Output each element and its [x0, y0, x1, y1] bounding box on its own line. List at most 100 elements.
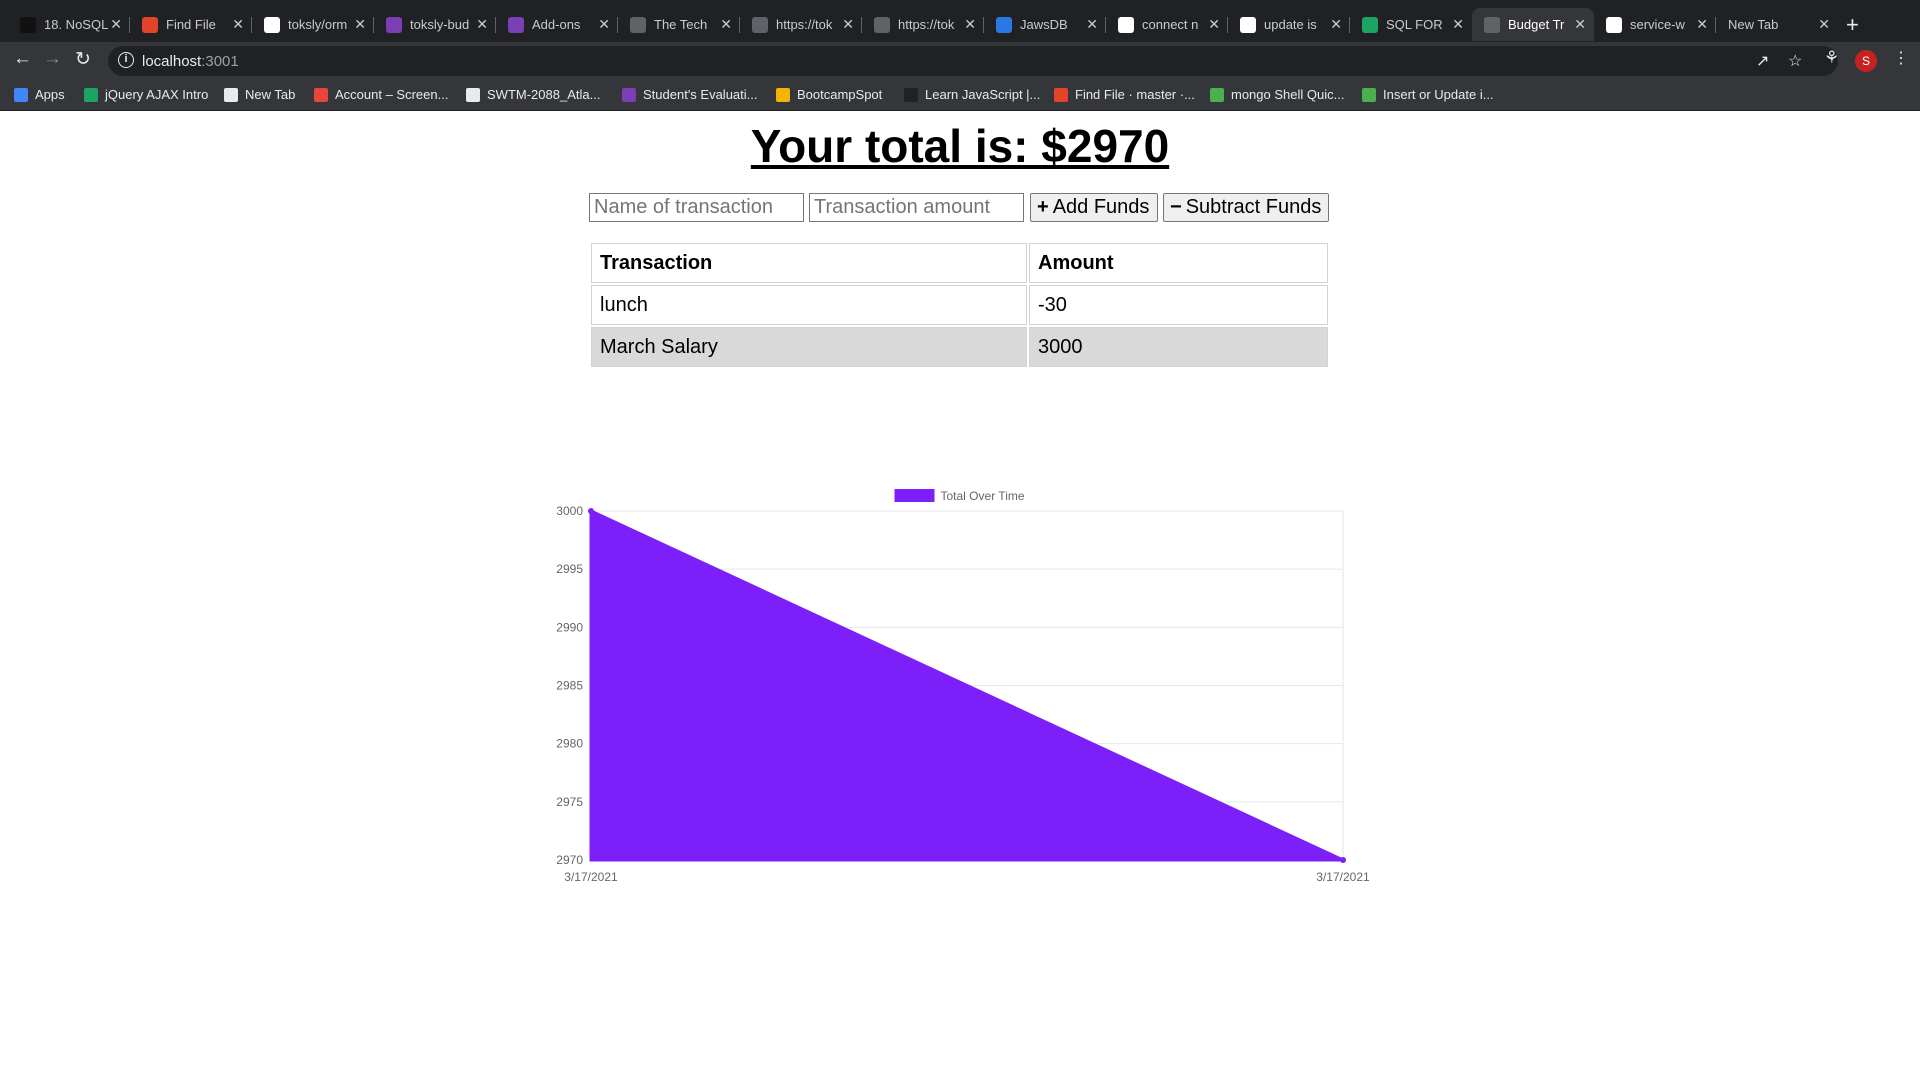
browser-tab[interactable]: JawsDB ✕	[984, 8, 1106, 41]
tab-favicon-icon	[142, 16, 158, 33]
browser-tab[interactable]: service-w ✕	[1594, 8, 1716, 41]
tab-close-icon[interactable]: ✕	[964, 16, 976, 33]
tab-close-icon[interactable]: ✕	[476, 16, 488, 33]
tab-favicon-icon	[1484, 16, 1500, 33]
transaction-amount-input[interactable]	[809, 193, 1024, 222]
tab-favicon-icon	[1362, 16, 1378, 33]
bookmark-favicon-icon	[622, 87, 636, 102]
plus-icon: +	[1037, 196, 1049, 218]
browser-tab[interactable]: 18. NoSQL ✕	[8, 8, 130, 41]
tab-close-icon[interactable]: ✕	[1330, 16, 1342, 33]
add-funds-button[interactable]: + Add Funds	[1030, 193, 1158, 222]
bookmark-item[interactable]: Account – Screen...	[314, 87, 448, 102]
tab-close-icon[interactable]: ✕	[1574, 16, 1586, 33]
tab-close-icon[interactable]: ✕	[232, 16, 244, 33]
bookmark-item[interactable]: jQuery AJAX Intro	[84, 87, 208, 102]
browser-tab[interactable]: update is ✕	[1228, 8, 1350, 41]
extensions-icon[interactable]: ⚘	[1824, 48, 1839, 68]
browser-tab[interactable]: New Tab ✕	[1716, 8, 1838, 41]
bookmark-label: Account – Screen...	[335, 87, 449, 102]
tab-separator	[1227, 17, 1228, 33]
bookmark-item[interactable]: Apps	[14, 87, 65, 102]
table-header-row: Transaction Amount	[591, 243, 1328, 283]
tab-title: https://tok	[776, 17, 833, 32]
new-tab-icon[interactable]: +	[1846, 12, 1859, 38]
bookmark-item[interactable]: New Tab	[224, 87, 295, 102]
browser-tab[interactable]: toksly/orm ✕	[252, 8, 374, 41]
tab-favicon-icon	[1240, 16, 1256, 33]
bookmark-label: Apps	[35, 87, 65, 102]
tab-title: Find File	[166, 17, 216, 32]
browser-tab[interactable]: SQL FOR ✕	[1350, 8, 1472, 41]
browser-tab[interactable]: Find File ✕	[130, 8, 252, 41]
tab-close-icon[interactable]: ✕	[1696, 16, 1708, 33]
forward-icon[interactable]: →	[43, 48, 62, 70]
open-in-app-icon[interactable]: ↗	[1756, 51, 1769, 71]
bookmark-item[interactable]: mongo Shell Quic...	[1210, 87, 1344, 102]
tab-title: Budget Tr	[1508, 17, 1565, 32]
tab-separator	[495, 17, 496, 33]
tab-title: connect n	[1142, 17, 1199, 32]
bookmark-item[interactable]: Student's Evaluati...	[622, 87, 758, 102]
legend-label: Total Over Time	[941, 489, 1025, 503]
browser-tab[interactable]: connect n ✕	[1106, 8, 1228, 41]
tab-title: SQL FOR	[1386, 17, 1443, 32]
tab-separator	[129, 17, 130, 33]
total-heading: Your total is: $2970	[750, 120, 1170, 172]
site-info-icon[interactable]: i	[118, 52, 134, 68]
address-bar[interactable]: i localhost:3001 ↗ ☆	[108, 46, 1838, 76]
tab-close-icon[interactable]: ✕	[354, 16, 366, 33]
tab-close-icon[interactable]: ✕	[1086, 16, 1098, 33]
transaction-name-input[interactable]	[589, 193, 804, 222]
bookmark-label: SWTM-2088_Atla...	[487, 87, 601, 102]
transaction-name-cell: lunch	[591, 285, 1027, 325]
tab-favicon-icon	[1118, 16, 1134, 33]
bookmark-item[interactable]: Insert or Update i...	[1362, 87, 1494, 102]
bookmark-label: New Tab	[245, 87, 296, 102]
browser-tab[interactable]: Budget Tr ✕	[1472, 8, 1594, 41]
tab-close-icon[interactable]: ✕	[842, 16, 854, 33]
tab-close-icon[interactable]: ✕	[1818, 16, 1830, 33]
menu-kebab-icon[interactable]: ⋮	[1893, 48, 1909, 68]
tab-close-icon[interactable]: ✕	[720, 16, 732, 33]
tab-close-icon[interactable]: ✕	[1452, 16, 1464, 33]
bookmark-item[interactable]: Find File · master ·...	[1054, 87, 1195, 102]
bookmark-favicon-icon	[1210, 87, 1224, 102]
apps-grid-icon	[14, 87, 28, 102]
tab-title: 18. NoSQL	[44, 17, 108, 32]
profile-avatar[interactable]: S	[1855, 50, 1877, 72]
tab-separator	[251, 17, 252, 33]
tab-favicon-icon	[874, 16, 890, 33]
tab-close-icon[interactable]: ✕	[110, 16, 122, 33]
legend-swatch	[894, 489, 935, 502]
bookmark-favicon-icon	[314, 87, 328, 102]
y-tick-label: 2995	[556, 562, 583, 576]
bookmark-item[interactable]: BootcampSpot	[776, 87, 882, 102]
subtract-funds-label: Subtract Funds	[1185, 196, 1322, 218]
subtract-funds-button[interactable]: − Subtract Funds	[1163, 193, 1329, 222]
tab-favicon-icon	[508, 16, 524, 33]
browser-tab[interactable]: The Tech ✕	[618, 8, 740, 41]
bookmark-label: Student's Evaluati...	[643, 87, 758, 102]
tab-close-icon[interactable]: ✕	[598, 16, 610, 33]
tab-close-icon[interactable]: ✕	[1208, 16, 1220, 33]
bookmark-favicon-icon	[1054, 87, 1068, 102]
add-funds-label: Add Funds	[1052, 196, 1150, 218]
y-tick-label: 2985	[556, 679, 583, 693]
reload-icon[interactable]: ↻	[75, 48, 91, 71]
bookmark-favicon-icon	[84, 87, 98, 102]
x-tick-label: 3/17/2021	[1316, 870, 1370, 884]
bookmark-item[interactable]: Learn JavaScript |...	[904, 87, 1040, 102]
y-tick-label: 2990	[556, 620, 583, 634]
bookmark-item[interactable]: SWTM-2088_Atla...	[466, 87, 600, 102]
browser-tab[interactable]: Add-ons ✕	[496, 8, 618, 41]
tab-title: toksly-bud	[410, 17, 470, 32]
browser-tab[interactable]: https://tok ✕	[740, 8, 862, 41]
bookmark-star-icon[interactable]: ☆	[1788, 51, 1802, 71]
browser-tab[interactable]: toksly-bud ✕	[374, 8, 496, 41]
total-over-time-chart: 3000 2995 2990 2985 2980 2975 2970 Total Over T…	[556, 489, 1370, 884]
back-icon[interactable]: ←	[13, 48, 32, 70]
bookmark-favicon-icon	[904, 87, 918, 102]
browser-tab[interactable]: https://tok ✕	[862, 8, 984, 41]
url-host: localhost	[142, 53, 202, 70]
